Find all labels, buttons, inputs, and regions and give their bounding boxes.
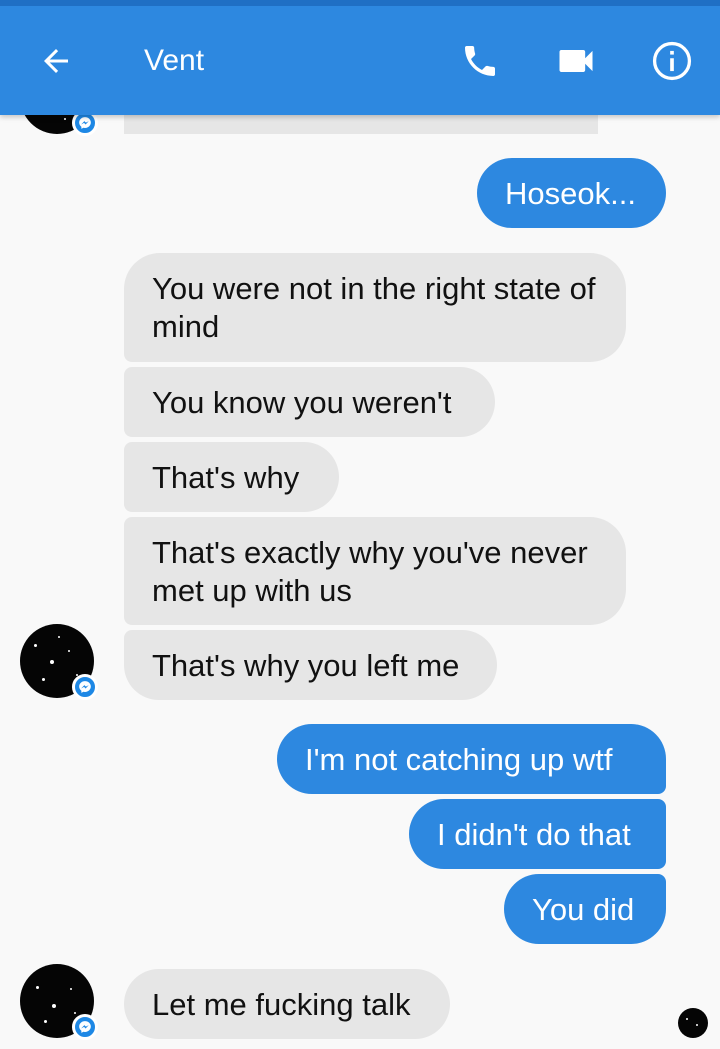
messenger-badge-icon <box>72 1014 98 1040</box>
message-bubble-incoming[interactable]: That's exactly why you've never met up w… <box>124 517 626 625</box>
contact-avatar[interactable] <box>20 624 98 700</box>
messenger-badge-icon <box>72 674 98 700</box>
message-bubble-outgoing[interactable]: I'm not catching up wtf <box>277 724 666 794</box>
conversation-info-button[interactable] <box>644 33 700 89</box>
video-camera-icon <box>559 50 593 72</box>
conversation-title: Vent <box>144 44 205 77</box>
message-bubble-incoming[interactable]: You know you weren't <box>124 367 495 437</box>
contact-avatar[interactable] <box>20 964 98 1040</box>
message-bubble-incoming[interactable]: Let me fucking talk <box>124 969 450 1039</box>
conversation-header: Vent <box>0 0 720 115</box>
message-bubble-incoming[interactable]: That's why you left me <box>124 630 497 700</box>
message-bubble-incoming[interactable]: That's why <box>124 442 339 512</box>
message-list[interactable]: Hoseok... You were not in the right stat… <box>0 0 720 1049</box>
message-bubble-outgoing[interactable]: You did <box>504 874 666 944</box>
message-bubble-outgoing[interactable]: Hoseok... <box>477 158 666 228</box>
message-bubble-outgoing[interactable]: I didn't do that <box>409 799 666 869</box>
info-icon <box>652 41 692 81</box>
seen-indicator-avatar <box>678 1008 708 1038</box>
status-bar-strip <box>0 0 720 6</box>
phone-icon <box>465 46 495 76</box>
back-arrow-icon <box>44 49 68 73</box>
back-button[interactable] <box>28 33 84 89</box>
message-bubble-incoming[interactable]: You were not in the right state of mind <box>124 253 626 362</box>
chat-screen: Hoseok... You were not in the right stat… <box>0 0 720 1049</box>
video-call-button[interactable] <box>548 33 604 89</box>
voice-call-button[interactable] <box>452 33 508 89</box>
